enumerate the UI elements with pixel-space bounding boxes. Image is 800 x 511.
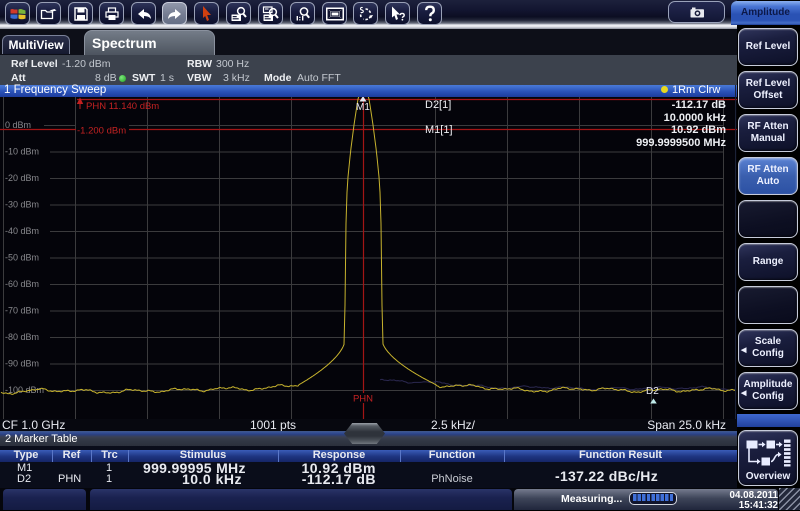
svg-text:-1.200 dBm: -1.200 dBm — [77, 126, 126, 137]
svg-text:-50 dBm: -50 dBm — [5, 253, 39, 263]
svg-text:0 dBm: 0 dBm — [5, 120, 31, 130]
svg-text:D2: D2 — [646, 386, 659, 397]
svg-text:PHN: PHN — [353, 394, 373, 405]
svg-text:-10 dBm: -10 dBm — [5, 147, 39, 157]
svg-text:-40 dBm: -40 dBm — [5, 226, 39, 236]
svg-text:PHN 11.140 dBm: PHN 11.140 dBm — [86, 101, 159, 112]
svg-text:M1: M1 — [356, 102, 370, 113]
svg-text:-60 dBm: -60 dBm — [5, 279, 39, 289]
svg-text:-70 dBm: -70 dBm — [5, 306, 39, 316]
svg-text:-20 dBm: -20 dBm — [5, 173, 39, 183]
svg-text:-80 dBm: -80 dBm — [5, 332, 39, 342]
svg-text:-90 dBm: -90 dBm — [5, 359, 39, 369]
svg-text:-30 dBm: -30 dBm — [5, 200, 39, 210]
